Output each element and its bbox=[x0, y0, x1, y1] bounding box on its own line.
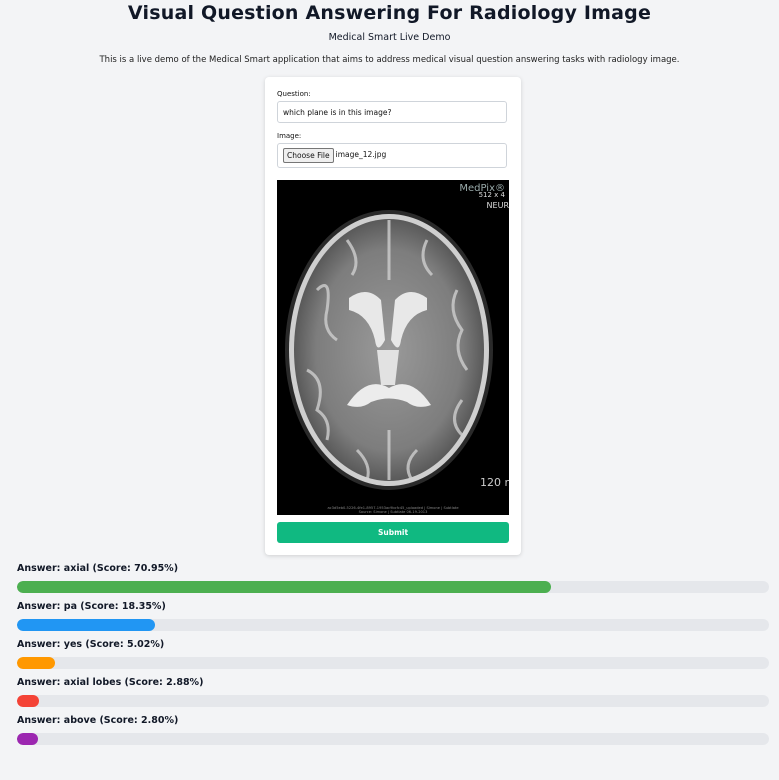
vqa-form-card: Question: which plane is in this image? … bbox=[265, 77, 521, 555]
score-bar-track bbox=[17, 733, 769, 745]
question-label: Question: bbox=[277, 90, 311, 98]
score-bar-track bbox=[17, 619, 769, 631]
page-description: This is a live demo of the Medical Smart… bbox=[99, 55, 680, 65]
scale-text: 120 r bbox=[480, 476, 509, 489]
submit-button[interactable]: Submit bbox=[277, 522, 509, 543]
answer-row: Answer: above (Score: 2.80%) bbox=[17, 715, 769, 753]
image-file-field[interactable]: Choose File image_12.jpg bbox=[277, 143, 507, 168]
section-text: NEUR bbox=[487, 201, 509, 210]
choose-file-button[interactable]: Choose File bbox=[283, 148, 334, 163]
page-subtitle: Medical Smart Live Demo bbox=[328, 32, 451, 43]
score-bar-track bbox=[17, 581, 769, 593]
answer-row: Answer: pa (Score: 18.35%) bbox=[17, 601, 769, 639]
score-bar-fill bbox=[17, 733, 39, 745]
question-input[interactable]: which plane is in this image? bbox=[277, 101, 507, 123]
answer-label: Answer: axial lobes (Score: 2.88%) bbox=[17, 677, 204, 688]
score-bar-fill bbox=[17, 657, 55, 669]
score-bar-fill bbox=[17, 619, 155, 631]
answer-label: Answer: above (Score: 2.80%) bbox=[17, 715, 179, 726]
answer-row: Answer: axial (Score: 70.95%) bbox=[17, 563, 769, 601]
dims-text: 512 x 4 bbox=[479, 191, 506, 199]
score-bar-track bbox=[17, 657, 769, 669]
file-name: image_12.jpg bbox=[335, 150, 387, 159]
score-bar-fill bbox=[17, 581, 551, 593]
score-bar-track bbox=[17, 695, 769, 707]
answer-row: Answer: yes (Score: 5.02%) bbox=[17, 639, 769, 677]
answer-label: Answer: pa (Score: 18.35%) bbox=[17, 601, 166, 612]
answer-label: Answer: axial (Score: 70.95%) bbox=[17, 563, 179, 574]
page-title: Visual Question Answering For Radiology … bbox=[127, 2, 652, 24]
score-bar-fill bbox=[17, 695, 39, 707]
footer-text-2: Source: Simone | Subtlate 06-19-2013 bbox=[359, 510, 428, 514]
answer-label: Answer: yes (Score: 5.02%) bbox=[17, 639, 165, 650]
image-label: Image: bbox=[277, 132, 302, 140]
mri-preview-image: MedPix® 512 x 4 NEUR 120 r ac3d5eb0-5226… bbox=[277, 180, 509, 515]
answer-results: Answer: axial (Score: 70.95%) Answer: pa … bbox=[17, 563, 769, 753]
answer-row: Answer: axial lobes (Score: 2.88%) bbox=[17, 677, 769, 715]
